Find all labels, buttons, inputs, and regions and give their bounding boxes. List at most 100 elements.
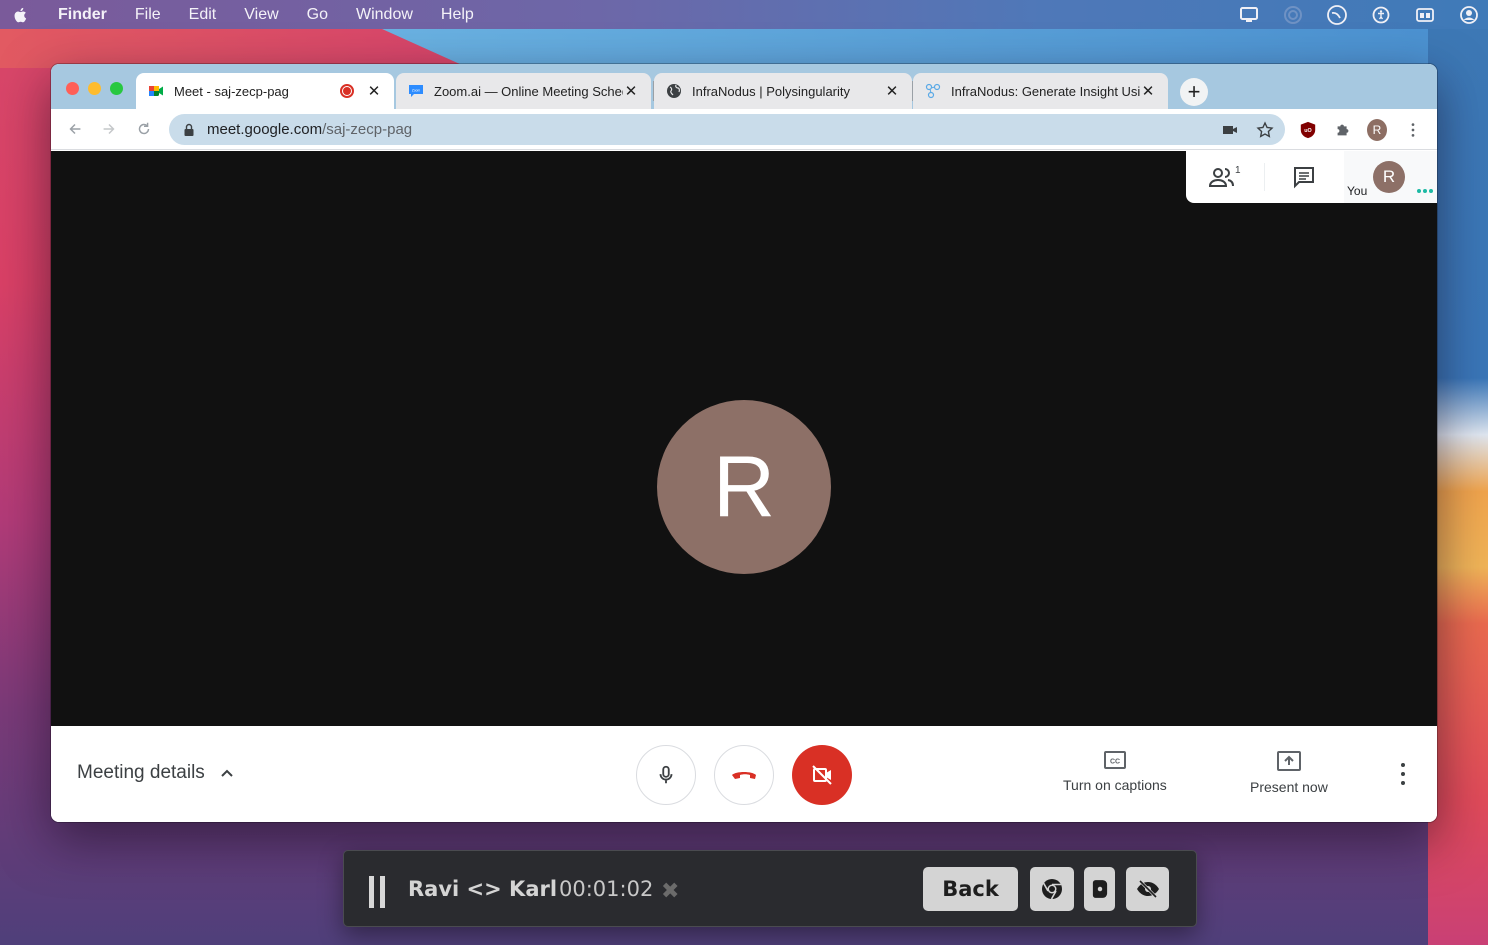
airdrop-icon[interactable] xyxy=(1282,4,1304,26)
close-tab-icon[interactable]: ✕ xyxy=(884,82,900,100)
chrome-source-button[interactable] xyxy=(1030,867,1074,911)
tab-infranodus-generate-insight[interactable]: InfraNodus: Generate Insight Using ✕ xyxy=(913,73,1168,109)
recorder-app-icon xyxy=(1092,880,1107,898)
camera-off-icon xyxy=(812,765,832,785)
video-stage: R 1 R You xyxy=(51,151,1437,726)
camera-toggle-button[interactable] xyxy=(792,745,852,805)
apple-menu-icon[interactable] xyxy=(12,5,32,25)
bookmark-star-icon[interactable] xyxy=(1256,121,1274,139)
address-bar[interactable]: meet.google.com/saj-zecp-pag xyxy=(169,114,1285,145)
speaking-indicator-icon xyxy=(1417,189,1433,193)
user-icon[interactable] xyxy=(1458,4,1480,26)
present-screen-icon xyxy=(1276,751,1301,771)
tab-title: InfraNodus: Generate Insight Using xyxy=(951,83,1140,99)
back-arrow-icon[interactable] xyxy=(65,119,85,139)
google-meet-icon xyxy=(148,83,164,99)
globe-icon xyxy=(666,83,682,99)
hide-toolbar-button[interactable] xyxy=(1126,867,1169,911)
chat-button[interactable] xyxy=(1265,151,1343,203)
present-now-label: Present now xyxy=(1250,779,1328,795)
svg-text:CC: CC xyxy=(1110,759,1120,766)
present-now-button[interactable]: Present now xyxy=(1250,751,1328,795)
close-window-button[interactable] xyxy=(66,82,79,95)
menu-finder[interactable]: Finder xyxy=(58,6,107,24)
wallpaper-right xyxy=(1428,0,1488,945)
menu-bar: Finder File Edit View Go Window Help xyxy=(0,0,1488,29)
tab-infranodus-polysingularity[interactable]: InfraNodus | Polysingularity ✕ xyxy=(654,73,912,109)
extensions-puzzle-icon[interactable] xyxy=(1333,120,1353,140)
close-tab-icon[interactable]: ✕ xyxy=(1140,82,1156,100)
wallpaper-top-blue xyxy=(380,28,1488,68)
zoom-ai-icon: Zoom xyxy=(408,83,424,99)
time-machine-icon[interactable] xyxy=(1326,4,1348,26)
participants-button[interactable]: 1 xyxy=(1186,151,1264,203)
tab-meet[interactable]: Meet - saj-zecp-pag ✕ xyxy=(136,73,394,109)
microphone-icon xyxy=(659,765,673,784)
tab-title: Meet - saj-zecp-pag xyxy=(174,83,289,99)
svg-text:Zoom: Zoom xyxy=(412,89,420,93)
chrome-icon xyxy=(1042,879,1062,900)
display-icon[interactable] xyxy=(1238,4,1260,26)
close-tab-icon[interactable]: ✕ xyxy=(366,82,382,100)
menu-window[interactable]: Window xyxy=(356,6,413,24)
meeting-details-button[interactable]: Meeting details xyxy=(77,762,235,784)
eye-slash-icon xyxy=(1136,879,1159,899)
window-controls xyxy=(66,82,123,95)
new-tab-button[interactable]: + xyxy=(1180,78,1208,106)
infranodus-icon xyxy=(925,83,941,99)
lock-icon xyxy=(184,123,194,136)
tab-title: InfraNodus | Polysingularity xyxy=(692,83,851,99)
minimize-window-button[interactable] xyxy=(88,82,101,95)
back-button[interactable]: Back xyxy=(923,867,1018,911)
meet-controls-bar: Meeting details CC Turn on captions Pres… xyxy=(51,726,1437,822)
microphone-button[interactable] xyxy=(636,745,696,805)
tab-strip: Meet - saj-zecp-pag ✕ Zoom Zoom.ai — Onl… xyxy=(51,64,1437,109)
captions-label: Turn on captions xyxy=(1063,777,1167,793)
menu-go[interactable]: Go xyxy=(307,6,328,24)
self-avatar: R xyxy=(1373,161,1405,193)
participant-count: 1 xyxy=(1235,165,1241,176)
tab-title: Zoom.ai — Online Meeting Scheduling xyxy=(434,83,623,99)
more-options-icon[interactable] xyxy=(1393,763,1413,785)
tab-zoom-ai[interactable]: Zoom Zoom.ai — Online Meeting Scheduling… xyxy=(396,73,651,109)
menu-edit[interactable]: Edit xyxy=(189,6,217,24)
wallpaper-top-left xyxy=(0,28,420,68)
hang-up-icon xyxy=(732,772,756,779)
camera-in-use-icon[interactable] xyxy=(1221,121,1239,139)
menu-bar-status-area xyxy=(1238,0,1480,29)
menu-view[interactable]: View xyxy=(244,6,278,24)
browser-toolbar: meet.google.com/saj-zecp-pag uO R xyxy=(51,109,1437,150)
profile-avatar[interactable]: R xyxy=(1367,119,1387,141)
recording-indicator-icon xyxy=(340,84,354,98)
url-path: /saj-zecp-pag xyxy=(322,121,413,138)
browser-window: Meet - saj-zecp-pag ✕ Zoom Zoom.ai — Onl… xyxy=(51,64,1437,822)
menu-help[interactable]: Help xyxy=(441,6,474,24)
recording-toolbar: Ravi <> Karl 00:01:02 ✖ Back xyxy=(343,850,1197,927)
zoom-window-button[interactable] xyxy=(110,82,123,95)
window-icon[interactable] xyxy=(1414,4,1436,26)
accessibility-icon[interactable] xyxy=(1370,4,1392,26)
recording-timer: 00:01:02 xyxy=(559,877,654,901)
menu-file[interactable]: File xyxy=(135,6,161,24)
ublock-origin-icon[interactable]: uO xyxy=(1298,120,1318,140)
forward-arrow-icon[interactable] xyxy=(99,119,119,139)
pause-recording-button[interactable] xyxy=(369,876,385,908)
recorder-app-button[interactable] xyxy=(1084,867,1115,911)
chevron-up-icon xyxy=(221,769,233,777)
url-host: meet.google.com xyxy=(207,121,323,138)
reload-icon[interactable] xyxy=(134,119,154,139)
participant-avatar: R xyxy=(657,400,831,574)
discard-recording-icon[interactable]: ✖ xyxy=(661,879,679,904)
browser-menu-icon[interactable] xyxy=(1403,120,1423,140)
people-icon: 1 xyxy=(1208,165,1241,187)
svg-text:uO: uO xyxy=(1304,128,1311,134)
recording-title: Ravi <> Karl xyxy=(408,877,558,901)
end-call-button[interactable] xyxy=(714,745,774,805)
meeting-details-label: Meeting details xyxy=(77,762,205,783)
closed-captions-icon: CC xyxy=(1103,751,1126,769)
captions-button[interactable]: CC Turn on captions xyxy=(1063,751,1167,793)
meet-top-right-panel: 1 R You xyxy=(1186,151,1437,203)
self-label: You xyxy=(1347,184,1368,198)
self-view-tile[interactable]: R You xyxy=(1344,151,1437,203)
close-tab-icon[interactable]: ✕ xyxy=(623,82,639,100)
